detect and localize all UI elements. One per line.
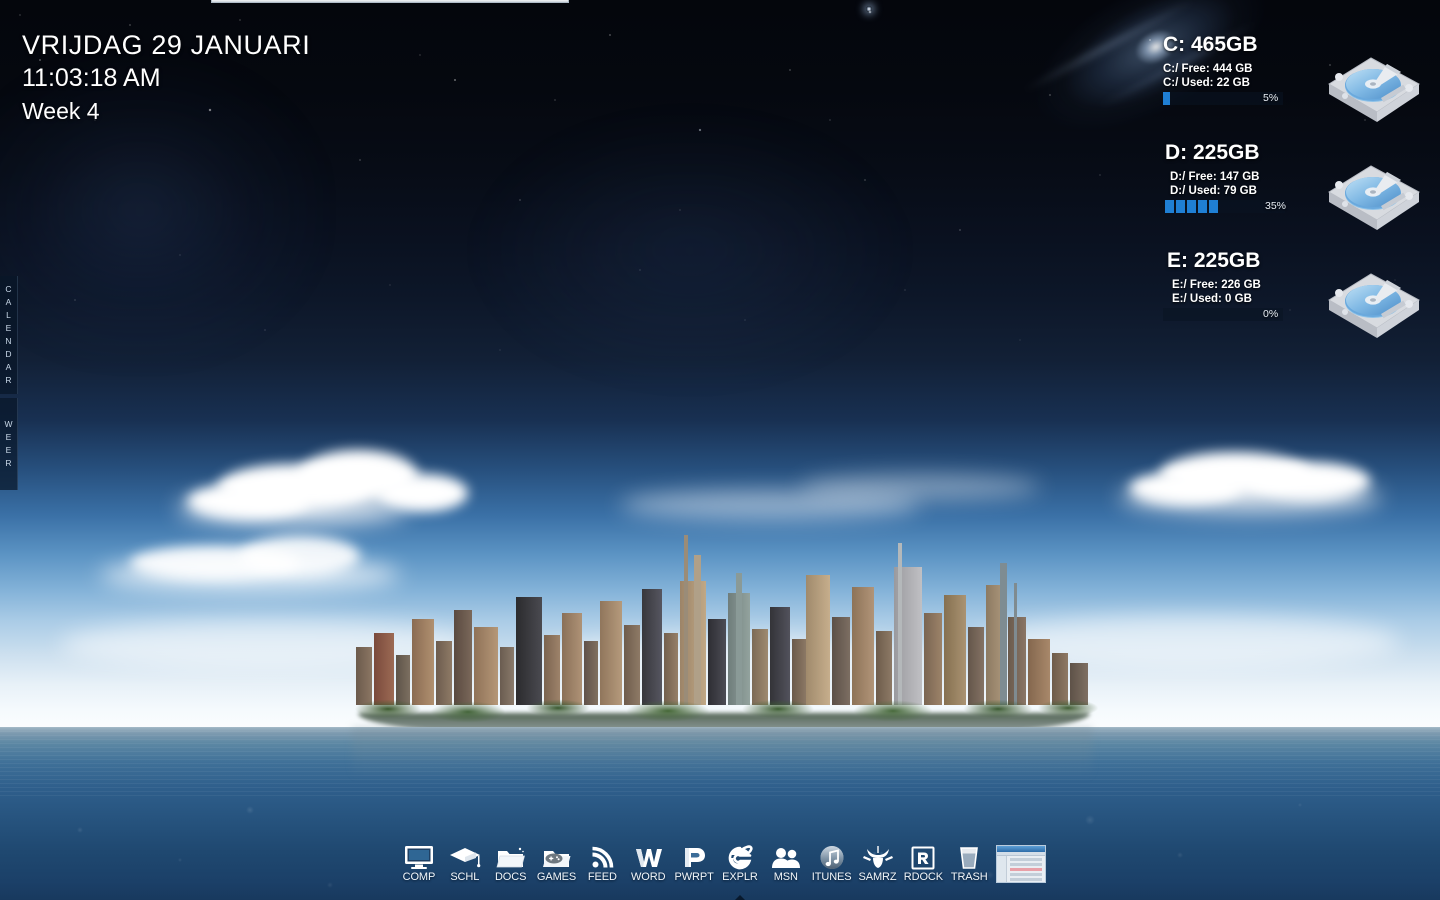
dock-running-indicator-explr [733, 895, 746, 900]
sidebar-tab-weer-l2: E [5, 445, 12, 455]
internet-explorer-icon [720, 843, 760, 870]
sidebar-tab-calendar-l0: C [5, 284, 12, 294]
drive-c-usage-fill [1163, 92, 1170, 105]
dock-item-rdock[interactable]: RDOCK [900, 843, 946, 893]
dock-label-rdock: RDOCK [903, 871, 943, 883]
rocketdock-r-icon [903, 843, 943, 870]
window-thumbnail-preview[interactable] [996, 845, 1047, 883]
dock-label-msn: MSN [773, 871, 798, 883]
powerpoint-p-icon [674, 843, 714, 870]
graduation-cap-icon [445, 843, 485, 870]
sidebar-tab-weer[interactable]: W E E R [0, 398, 18, 490]
dock-label-schl: SCHL [450, 871, 480, 883]
sidebar-tab-weer-l3: R [5, 458, 12, 468]
monitor-icon [399, 843, 439, 870]
drive-e-percent: 0% [1263, 308, 1279, 320]
dock-item-trash[interactable]: TRASH [946, 843, 992, 893]
application-dock[interactable]: COMP SCHL DOCS GAMES FEED WORD PWRPT EXP… [396, 843, 1047, 900]
clock-widget[interactable]: VRIJDAG 29 JANUARI 11:03:18 AM Week 4 [22, 28, 310, 127]
word-w-icon [628, 843, 668, 870]
drive-d-usage-bar: 35% [1165, 200, 1286, 213]
sidebar-tab-weer-l0: W [4, 419, 13, 429]
folder-icon [491, 843, 531, 870]
hard-drive-icon [1328, 165, 1420, 230]
drive-c-percent: 5% [1263, 92, 1279, 104]
sidebar-tab-calendar[interactable]: C A L E N D A R [0, 276, 18, 394]
folder-gamepad-icon [537, 843, 577, 870]
thumbnail-row [1010, 863, 1043, 866]
drive-widget-e[interactable]: E: 225GB E:/ Free: 226 GB E:/ Used: 0 GB… [1160, 248, 1435, 353]
dock-item-games[interactable]: GAMES [534, 843, 580, 893]
clock-date: VRIJDAG 29 JANUARI [22, 30, 311, 60]
dock-item-samrz[interactable]: SAMRZ [855, 843, 901, 893]
dock-item-msn[interactable]: MSN [763, 843, 809, 893]
clock-week: Week 4 [22, 98, 100, 124]
top-edge-docked-window[interactable] [211, 0, 569, 3]
dock-label-docs: DOCS [494, 871, 527, 883]
dock-label-samrz: SAMRZ [858, 871, 897, 883]
sidebar-tab-calendar-l7: R [5, 375, 12, 385]
drive-c-usage-bar: 5% [1163, 92, 1283, 105]
sidebar-tab-calendar-l3: E [5, 323, 12, 333]
drive-widget-d[interactable]: D: 225GB D:/ Free: 147 GB D:/ Used: 79 G… [1160, 140, 1435, 245]
dock-label-itunes: ITUNES [811, 871, 852, 883]
cloud-group-right [1120, 432, 1420, 522]
thumbnail-row [1010, 878, 1043, 881]
sidebar-tab-calendar-l5: D [5, 349, 12, 359]
sidebar-tab-calendar-l2: L [6, 310, 11, 320]
dock-label-pwrpt: PWRPT [674, 871, 714, 883]
hard-drive-icon [1328, 57, 1420, 122]
sidebar-tab-calendar-l1: A [5, 297, 12, 307]
dock-item-itunes[interactable]: ITUNES [809, 843, 855, 893]
dock-item-schl[interactable]: SCHL [442, 843, 488, 893]
hard-drive-icon [1328, 273, 1420, 338]
dock-item-comp[interactable]: COMP [396, 843, 442, 893]
drive-widget-c[interactable]: C: 465GB C:/ Free: 444 GB C:/ Used: 22 G… [1160, 32, 1435, 137]
dock-label-trash: TRASH [950, 871, 988, 883]
island-greenery [348, 695, 1100, 725]
cloud-group-left [178, 440, 518, 530]
dock-item-feed[interactable]: FEED [579, 843, 625, 893]
floating-city-island [348, 535, 1100, 743]
samurai-mask-icon [858, 843, 898, 870]
people-icon [766, 843, 806, 870]
clock-time: 11:03:18 AM [22, 64, 161, 92]
drive-d-usage-fill [1165, 200, 1218, 213]
dock-item-word[interactable]: WORD [625, 843, 671, 893]
dock-label-feed: FEED [587, 871, 617, 883]
rss-icon [582, 843, 622, 870]
sidebar-tab-calendar-l4: N [5, 336, 12, 346]
city-reflection [352, 727, 1092, 779]
dock-label-explr: EXPLR [722, 871, 758, 883]
dock-label-word: WORD [631, 871, 666, 883]
drive-e-usage-bar: 0% [1163, 308, 1283, 321]
dock-item-docs[interactable]: DOCS [488, 843, 534, 893]
thumbnail-row [1010, 873, 1043, 876]
trash-bin-icon [949, 843, 989, 870]
dock-item-explr[interactable]: EXPLR [717, 843, 763, 900]
music-note-icon [812, 843, 852, 870]
thumbnail-row [1010, 858, 1043, 861]
bright-star [866, 6, 872, 12]
dock-label-comp: COMP [402, 871, 436, 883]
thumbnail-row-selected [1010, 868, 1043, 871]
sidebar-tab-calendar-l6: A [5, 362, 12, 372]
sidebar-tab-weer-l1: E [5, 432, 12, 442]
drive-d-percent: 35% [1265, 200, 1287, 212]
dock-item-pwrpt[interactable]: PWRPT [671, 843, 717, 893]
dock-label-games: GAMES [536, 871, 577, 883]
cloud-group-center [620, 470, 1040, 550]
thumbnail-sidebar [997, 856, 1008, 882]
